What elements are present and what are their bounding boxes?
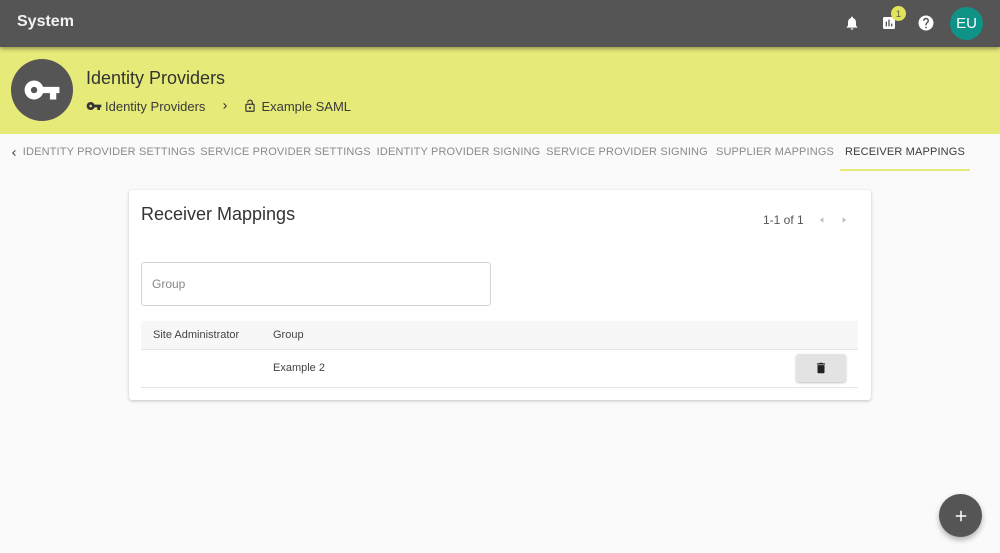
- chevron-left-icon: [12, 150, 16, 156]
- chevron-left-icon: [819, 217, 824, 223]
- key-icon: [86, 102, 102, 110]
- tabs-scroll-left-button[interactable]: [8, 145, 20, 161]
- card-title: Receiver Mappings: [141, 204, 296, 224]
- next-page-button[interactable]: [840, 215, 848, 225]
- table-row: Example 2: [141, 350, 858, 388]
- previous-page-button[interactable]: [818, 215, 826, 225]
- key-icon: [24, 80, 60, 100]
- tab-service-provider-signing[interactable]: SERVICE PROVIDER SIGNING: [544, 135, 710, 171]
- column-header-site-administrator[interactable]: Site Administrator: [153, 329, 239, 341]
- breadcrumb: Identity Providers Example SAML: [86, 98, 351, 114]
- tab-service-provider-settings[interactable]: SERVICE PROVIDER SETTINGS: [198, 135, 373, 171]
- help-button[interactable]: [914, 11, 938, 35]
- cell-group: Example 2: [273, 362, 325, 374]
- pagination: 1-1 of 1: [763, 213, 848, 227]
- group-input[interactable]: [141, 262, 491, 306]
- chevron-right-icon: [219, 100, 231, 112]
- app-title: System: [17, 13, 74, 30]
- trash-icon: [816, 362, 826, 374]
- delete-button[interactable]: [796, 354, 846, 382]
- plus-icon: [955, 510, 966, 521]
- notifications-button[interactable]: [840, 11, 864, 35]
- page-header: Identity Providers Identity Providers Ex…: [0, 47, 1000, 134]
- tab-receiver-mappings[interactable]: RECEIVER MAPPINGS: [840, 135, 970, 171]
- header-avatar: [11, 59, 73, 121]
- lock-open-icon: [245, 99, 256, 112]
- table-header: Site Administrator Group: [141, 321, 858, 350]
- bell-icon: [846, 16, 858, 30]
- breadcrumb-label: Identity Providers: [105, 98, 206, 114]
- tab-identity-provider-signing[interactable]: IDENTITY PROVIDER SIGNING: [373, 135, 544, 171]
- notification-badge: 1: [891, 6, 906, 21]
- top-app-bar: System 1 EU: [0, 0, 1000, 47]
- tab-supplier-mappings[interactable]: SUPPLIER MAPPINGS: [710, 135, 840, 171]
- pagination-range: 1-1 of 1: [763, 213, 804, 227]
- mappings-table: Site Administrator Group Example 2: [141, 321, 858, 388]
- breadcrumb-identity-providers[interactable]: Identity Providers: [86, 98, 205, 114]
- help-icon: [918, 15, 934, 31]
- chevron-right-icon: [842, 217, 846, 223]
- column-header-group[interactable]: Group: [273, 329, 304, 341]
- breadcrumb-label: Example SAML: [261, 98, 352, 114]
- tab-bar: IDENTITY PROVIDER SETTINGS SERVICE PROVI…: [0, 135, 1000, 171]
- receiver-mappings-card: Receiver Mappings 1-1 of 1 Site Administ…: [129, 190, 871, 400]
- user-avatar[interactable]: EU: [950, 7, 983, 40]
- breadcrumb-example-saml[interactable]: Example SAML: [243, 99, 351, 114]
- add-button[interactable]: [939, 494, 982, 537]
- page-title: Identity Providers: [86, 68, 226, 88]
- tab-identity-provider-settings[interactable]: IDENTITY PROVIDER SETTINGS: [20, 135, 198, 171]
